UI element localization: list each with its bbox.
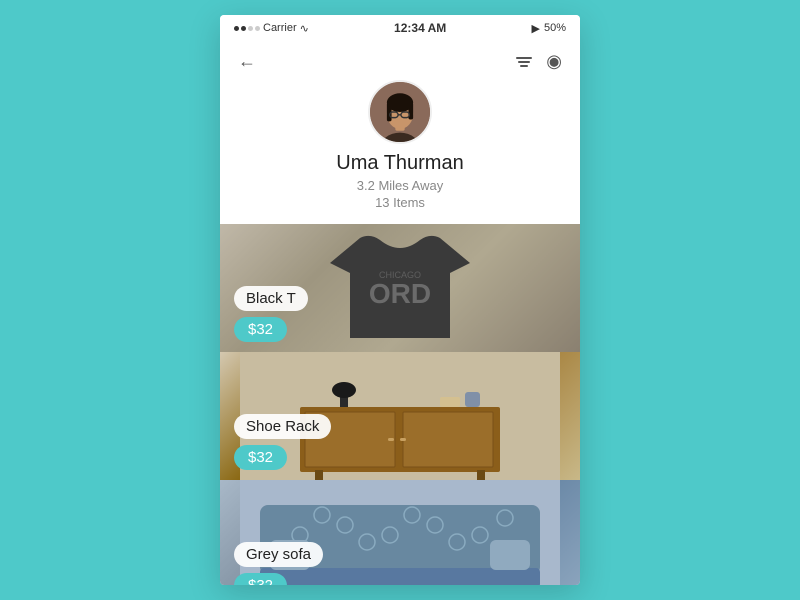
battery-text: 50% [544,22,566,34]
listing-overlay-tshirt: Black T $32 [220,276,580,352]
dot4 [255,26,260,31]
listing-title-tshirt: Black T [234,286,308,311]
dot3 [248,26,253,31]
battery-area: ▶ 50% [532,22,567,35]
filter-line-3 [520,65,528,67]
dot1 [234,26,239,31]
listings-container: ORD CHICAGO Black T $32 [220,224,580,585]
back-button[interactable]: ← [238,49,262,74]
listing-title-shoerack: Shoe Rack [234,414,331,439]
location-pin-icon[interactable]: ◉ [546,51,562,72]
wifi-icon: ∿ [300,22,309,35]
signal-dots [234,26,260,31]
phone-frame: Carrier ∿ 12:34 AM ▶ 50% ← ◉ [220,15,580,585]
avatar-image [370,82,430,142]
header-right-actions: ◉ [516,51,562,72]
profile-header: ← ◉ [220,39,580,224]
avatar [368,80,432,144]
listing-item-shoerack[interactable]: Shoe Rack $32 [220,352,580,480]
listing-price-shoerack: $32 [234,445,287,470]
time-display: 12:34 AM [394,21,446,35]
profile-items-count: 13 Items [375,195,425,210]
profile-distance: 3.2 Miles Away [357,178,443,193]
listing-item-tshirt[interactable]: ORD CHICAGO Black T $32 [220,224,580,352]
listing-title-sofa: Grey sofa [234,542,323,567]
filter-line-1 [516,57,532,59]
header-icons-row: ← ◉ [238,49,562,74]
listing-item-sofa[interactable]: Grey sofa $32 [220,480,580,585]
listing-overlay-shoerack: Shoe Rack $32 [220,404,580,480]
carrier-text: Carrier [263,22,297,34]
listing-price-tshirt: $32 [234,317,287,342]
filter-line-2 [518,61,530,63]
status-bar: Carrier ∿ 12:34 AM ▶ 50% [220,15,580,39]
listing-price-sofa: $32 [234,573,287,585]
profile-name: Uma Thurman [336,152,463,175]
dot2 [241,26,246,31]
listing-overlay-sofa: Grey sofa $32 [220,532,580,585]
signal-area: Carrier ∿ [234,22,309,35]
filter-button[interactable] [516,57,532,67]
location-arrow-icon: ▶ [532,22,540,35]
